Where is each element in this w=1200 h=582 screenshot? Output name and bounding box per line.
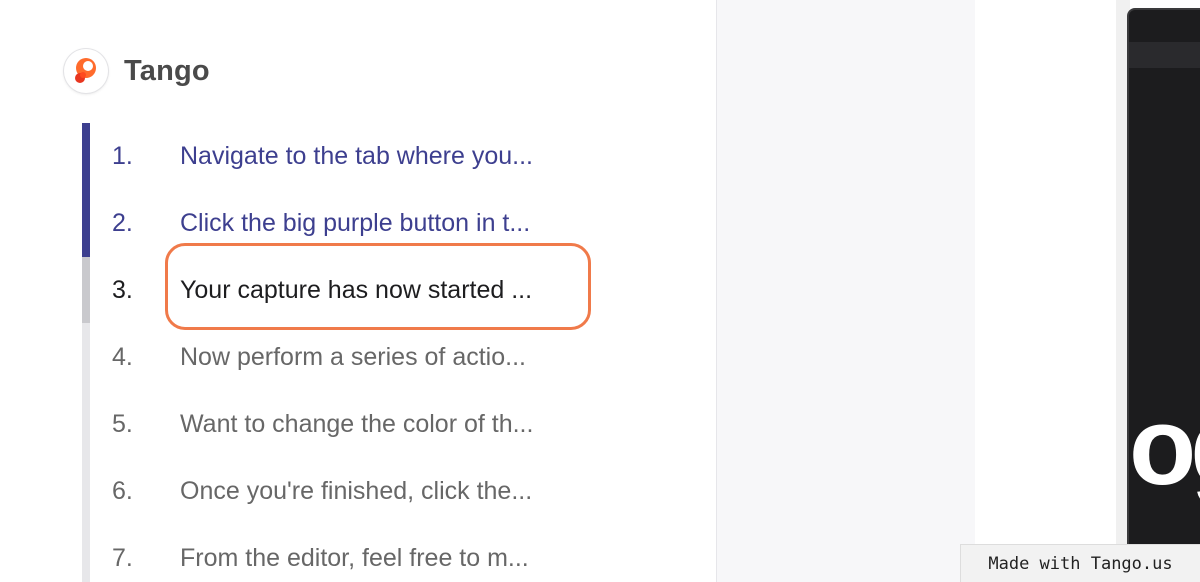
step-number: 4. [112,343,133,371]
step-item[interactable]: 6. Once you're finished, click the... [90,458,610,525]
preview-toolbar [1129,42,1200,68]
step-number: 1. [112,142,133,170]
step-title: From the editor, feel free to m... [180,544,529,572]
step-title: Navigate to the tab where you... [180,142,533,170]
step-sidebar: Tango 1. Navigate to the tab where you..… [0,0,717,582]
progress-track [82,123,90,582]
step-item[interactable]: 5. Want to change the color of th... [90,391,610,458]
step-item[interactable]: 1. Navigate to the tab where you... [90,123,610,190]
step-title: Once you're finished, click the... [180,477,533,505]
step-list: 1. Navigate to the tab where you... 2. C… [90,123,610,582]
brand-name: Tango [124,54,210,87]
step-title: Now perform a series of actio... [180,343,526,371]
brand-header[interactable]: Tango [64,49,210,93]
step-number: 3. [112,276,133,304]
step-number: 2. [112,209,133,237]
tango-logo-icon [64,49,108,93]
progress-fill-current [82,257,90,323]
step-title: Want to change the color of th... [180,410,534,438]
step-title: Click the big purple button in t... [180,209,531,237]
step-number: 6. [112,477,133,505]
current-step-highlight [165,243,591,330]
progress-fill-completed [82,123,90,257]
made-with-tango-badge[interactable]: Made with Tango.us [960,544,1200,582]
tango-viewer: Tango 1. Navigate to the tab where you..… [0,0,1200,582]
preview-logo-text: og [1129,385,1200,508]
step-number: 5. [112,410,133,438]
step-number: 7. [112,544,133,572]
step-item[interactable]: 4. Now perform a series of actio... [90,324,610,391]
step-item[interactable]: 7. From the editor, feel free to m... [90,525,610,582]
middle-panel [717,0,975,582]
screenshot-preview[interactable]: og [1127,8,1200,582]
